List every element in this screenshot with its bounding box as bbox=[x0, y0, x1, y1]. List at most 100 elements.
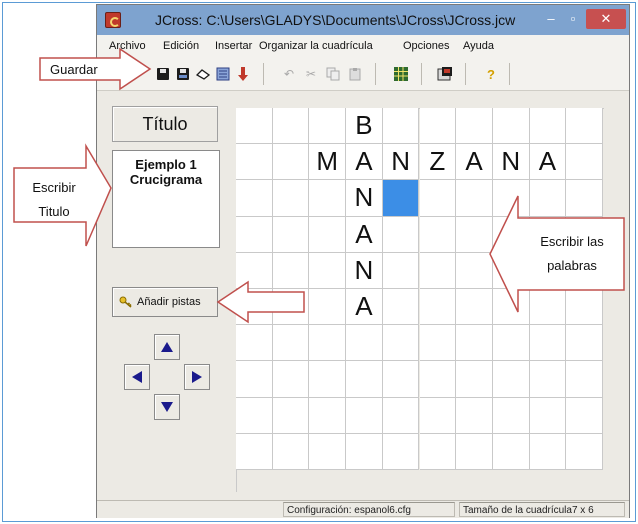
grid-cell[interactable] bbox=[456, 216, 493, 253]
grid-cell[interactable]: N bbox=[346, 252, 383, 289]
grid-cell[interactable] bbox=[236, 180, 273, 217]
grid-cell[interactable] bbox=[309, 216, 347, 253]
grid-cell[interactable] bbox=[492, 361, 530, 398]
grid-cell[interactable] bbox=[492, 180, 530, 217]
grid-cell[interactable] bbox=[309, 325, 347, 362]
grid-cell[interactable]: Z bbox=[419, 144, 457, 181]
save-as-icon[interactable] bbox=[175, 66, 191, 82]
grid-cell[interactable] bbox=[492, 397, 530, 434]
grid-cell-selected[interactable] bbox=[382, 180, 420, 217]
menu-insertar[interactable]: Insertar bbox=[215, 40, 252, 52]
nav-right-button[interactable] bbox=[184, 364, 210, 390]
grid-cell[interactable] bbox=[272, 433, 310, 470]
grid-cell[interactable] bbox=[529, 108, 567, 145]
grid-cell[interactable] bbox=[272, 216, 310, 253]
grid-cell[interactable] bbox=[346, 433, 383, 470]
down-arrow-icon[interactable] bbox=[235, 66, 251, 82]
grid-cell[interactable] bbox=[419, 397, 457, 434]
grid-cell[interactable] bbox=[529, 325, 567, 362]
grid-cell[interactable] bbox=[566, 433, 603, 470]
grid-cell[interactable] bbox=[272, 361, 310, 398]
grid-cell[interactable] bbox=[456, 433, 493, 470]
minimize-button[interactable]: – bbox=[541, 9, 561, 29]
grid-cell[interactable] bbox=[272, 325, 310, 362]
grid-cell[interactable] bbox=[419, 108, 457, 145]
grid-cell[interactable] bbox=[566, 397, 603, 434]
grid-cell[interactable] bbox=[419, 361, 457, 398]
grid-cell[interactable] bbox=[346, 361, 383, 398]
grid-icon[interactable] bbox=[393, 66, 409, 82]
grid-cell[interactable] bbox=[236, 289, 273, 326]
grid-cell[interactable] bbox=[382, 361, 420, 398]
add-clues-button[interactable]: Añadir pistas bbox=[112, 287, 218, 317]
grid-cell[interactable] bbox=[456, 361, 493, 398]
grid-cell[interactable] bbox=[566, 144, 603, 181]
grid-cell[interactable] bbox=[529, 180, 567, 217]
menu-edicion[interactable]: Edición bbox=[163, 40, 199, 52]
nav-down-button[interactable] bbox=[154, 394, 180, 420]
grid-cell[interactable] bbox=[456, 397, 493, 434]
undo-icon[interactable]: ↶ bbox=[281, 66, 297, 82]
grid-cell[interactable]: M bbox=[309, 144, 347, 181]
grid-cell[interactable] bbox=[566, 180, 603, 217]
grid-cell[interactable] bbox=[309, 289, 347, 326]
grid-cell[interactable] bbox=[236, 252, 273, 289]
close-button[interactable]: ✕ bbox=[586, 9, 626, 29]
grid-cell[interactable] bbox=[566, 108, 603, 145]
cut-icon[interactable]: ✂ bbox=[303, 66, 319, 82]
maximize-button[interactable]: ▫ bbox=[563, 9, 583, 29]
title-button[interactable]: Título bbox=[112, 106, 218, 142]
grid-cell[interactable] bbox=[382, 252, 420, 289]
grid-cell[interactable]: N bbox=[346, 180, 383, 217]
grid-cell[interactable] bbox=[456, 180, 493, 217]
grid-cell[interactable] bbox=[529, 397, 567, 434]
grid-cell[interactable] bbox=[566, 325, 603, 362]
grid-cell[interactable] bbox=[419, 180, 457, 217]
grid-cell[interactable] bbox=[419, 252, 457, 289]
grid-cell[interactable] bbox=[346, 397, 383, 434]
app-icon[interactable] bbox=[105, 12, 121, 28]
grid-cell[interactable] bbox=[492, 433, 530, 470]
grid-cell[interactable] bbox=[382, 433, 420, 470]
export-icon[interactable] bbox=[215, 66, 231, 82]
grid-cell[interactable] bbox=[236, 144, 273, 181]
grid-cell[interactable] bbox=[272, 180, 310, 217]
grid-cell[interactable]: A bbox=[346, 144, 383, 181]
grid-cell[interactable] bbox=[419, 325, 457, 362]
grid-cell[interactable] bbox=[566, 289, 603, 326]
html-icon[interactable] bbox=[437, 66, 453, 82]
menu-archivo[interactable]: Archivo bbox=[109, 40, 146, 52]
menu-organizar[interactable]: Organizar la cuadrícula bbox=[259, 40, 373, 52]
grid-cell[interactable]: A bbox=[456, 144, 493, 181]
grid-cell[interactable] bbox=[456, 289, 493, 326]
grid-cell[interactable] bbox=[382, 108, 420, 145]
grid-cell[interactable]: A bbox=[529, 144, 567, 181]
grid-cell[interactable] bbox=[419, 216, 457, 253]
grid-cell[interactable] bbox=[492, 325, 530, 362]
puzzle-title-display[interactable]: Ejemplo 1 Crucigrama bbox=[112, 150, 220, 248]
grid-cell[interactable] bbox=[236, 216, 273, 253]
grid-cell[interactable] bbox=[382, 216, 420, 253]
grid-cell[interactable] bbox=[419, 433, 457, 470]
grid-cell[interactable] bbox=[236, 361, 273, 398]
menu-ayuda[interactable]: Ayuda bbox=[463, 40, 494, 52]
nav-left-button[interactable] bbox=[124, 364, 150, 390]
grid-cell[interactable]: N bbox=[382, 144, 420, 181]
grid-cell[interactable] bbox=[309, 108, 347, 145]
grid-cell[interactable] bbox=[456, 325, 493, 362]
grid-cell[interactable] bbox=[309, 361, 347, 398]
grid-cell[interactable] bbox=[236, 397, 273, 434]
grid-cell[interactable] bbox=[346, 325, 383, 362]
grid-cell[interactable]: A bbox=[346, 289, 383, 326]
grid-cell[interactable] bbox=[309, 397, 347, 434]
grid-cell[interactable]: A bbox=[346, 216, 383, 253]
grid-cell[interactable] bbox=[382, 397, 420, 434]
grid-cell[interactable] bbox=[382, 289, 420, 326]
grid-cell[interactable] bbox=[492, 289, 530, 326]
grid-cell[interactable] bbox=[309, 252, 347, 289]
grid-cell[interactable] bbox=[236, 325, 273, 362]
grid-cell[interactable] bbox=[272, 397, 310, 434]
grid-cell[interactable] bbox=[566, 361, 603, 398]
menu-opciones[interactable]: Opciones bbox=[403, 40, 449, 52]
grid-cell[interactable] bbox=[529, 433, 567, 470]
